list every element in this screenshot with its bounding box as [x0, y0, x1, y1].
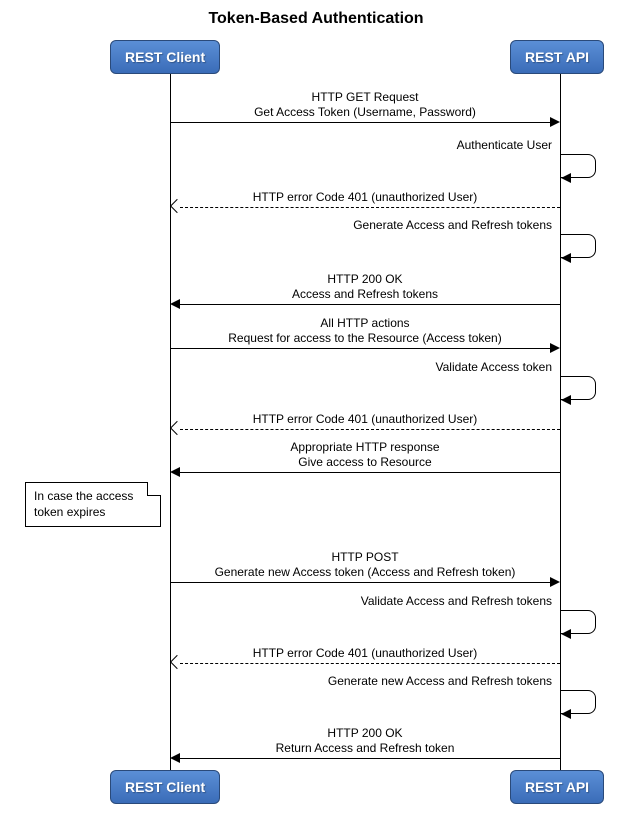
arrow-m10 [170, 582, 550, 583]
msg-401-3: HTTP error Code 401 (unauthorized User) [170, 646, 560, 660]
sequence-diagram: Token-Based Authentication REST Client R… [10, 10, 622, 804]
msg-all-actions-b: Request for access to the Resource (Acce… [170, 331, 560, 345]
arrowhead-m7 [561, 395, 571, 405]
msg-401-1: HTTP error Code 401 (unauthorized User) [170, 190, 560, 204]
msg-200-ok-1a: HTTP 200 OK [170, 272, 560, 286]
participant-api-bottom: REST API [510, 770, 604, 804]
diagram-title: Token-Based Authentication [10, 10, 622, 28]
arrow-m14 [180, 758, 560, 759]
arrow-m5 [180, 304, 560, 305]
participant-api-top: REST API [510, 40, 604, 74]
arrow-m9 [180, 472, 560, 473]
arrowhead-m4 [561, 253, 571, 263]
msg-post-a: HTTP POST [170, 550, 560, 564]
arrow-m8 [180, 429, 560, 430]
msg-validate-token: Validate Access token [435, 360, 552, 374]
arrowhead-m10 [550, 577, 560, 587]
arrowhead-m11 [561, 629, 571, 639]
arrowhead-m9 [170, 467, 180, 477]
arrow-m6 [170, 348, 550, 349]
msg-get-request-1: HTTP GET Request [170, 90, 560, 104]
msg-response-a: Appropriate HTTP response [170, 440, 560, 454]
msg-validate-both: Validate Access and Refresh tokens [361, 594, 552, 608]
note-token-expires: In case the access token expires [25, 482, 161, 527]
msg-post-b: Generate new Access token (Access and Re… [170, 565, 560, 579]
msg-response-b: Give access to Resource [170, 455, 560, 469]
note-text: In case the access token expires [34, 489, 133, 519]
participant-client-bottom: REST Client [110, 770, 220, 804]
arrow-m12 [180, 663, 560, 664]
arrowhead-m2 [561, 173, 571, 183]
arrowhead-m6 [550, 343, 560, 353]
msg-200-ok-1b: Access and Refresh tokens [170, 287, 560, 301]
msg-all-actions-a: All HTTP actions [170, 316, 560, 330]
arrow-m3 [180, 207, 560, 208]
msg-gen-new-tokens: Generate new Access and Refresh tokens [328, 674, 552, 688]
msg-authenticate: Authenticate User [457, 138, 552, 152]
msg-200-ok-2a: HTTP 200 OK [170, 726, 560, 740]
arrowhead-m13 [561, 709, 571, 719]
msg-gen-tokens: Generate Access and Refresh tokens [353, 218, 552, 232]
arrowhead-m14 [170, 753, 180, 763]
note-dogear-icon [147, 482, 161, 496]
arrowhead-m5 [170, 299, 180, 309]
arrow-m1 [170, 122, 550, 123]
arrowhead-m1 [550, 117, 560, 127]
msg-200-ok-2b: Return Access and Refresh token [170, 741, 560, 755]
participant-client-top: REST Client [110, 40, 220, 74]
msg-get-request-2: Get Access Token (Username, Password) [170, 105, 560, 119]
msg-401-2: HTTP error Code 401 (unauthorized User) [170, 412, 560, 426]
